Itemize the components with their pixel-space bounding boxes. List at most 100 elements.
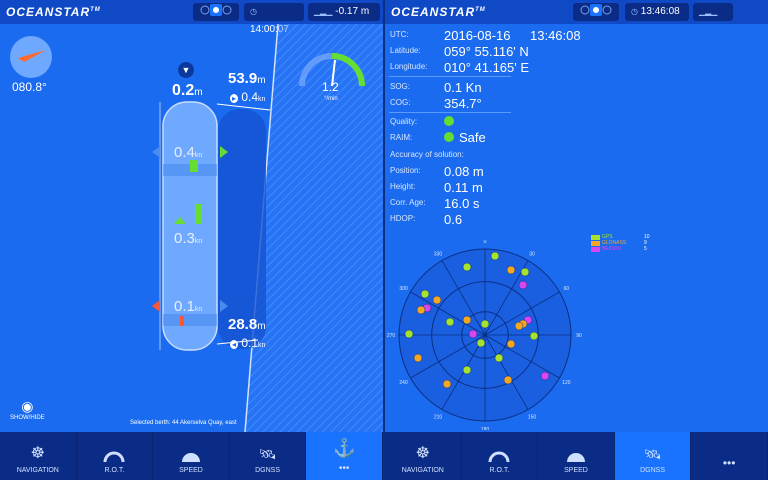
satellite-marker — [462, 262, 472, 272]
day-night-icon — [580, 4, 612, 16]
legend-name: BEIDOU — [602, 246, 622, 252]
separator — [389, 112, 511, 113]
stern-right-distance: 28.8m — [228, 316, 266, 333]
heading-compass — [10, 36, 52, 78]
hdop-value: 0.6 — [444, 212, 463, 227]
skyplot-label: 300 — [399, 286, 408, 292]
day-night-icon — [200, 4, 232, 16]
nav-bar-left: ☸ NAVIGATION R.O.T. SPEED 🛰 DGNSS ⚓ ••• — [0, 432, 383, 480]
raim-value: Safe — [459, 130, 486, 145]
hdop-label: HDOP: — [390, 214, 416, 223]
satellite-icon: 🛰 — [643, 446, 662, 462]
satellite-marker — [404, 329, 414, 339]
cog-value: 354.7° — [444, 96, 482, 111]
heading-value: 080.8° — [12, 80, 47, 94]
tide-display: ▁▂▁ -0.17 m — [308, 3, 380, 21]
speedometer-icon — [566, 453, 585, 462]
satellite-marker — [468, 329, 478, 339]
legend-swatch — [591, 240, 600, 246]
bow-distance: 0.2m — [172, 82, 203, 99]
mid-speed: 0.3kn — [174, 230, 203, 247]
sog-value: 0.1 Kn — [444, 80, 482, 95]
satellite-marker — [490, 251, 500, 261]
satellite-marker — [529, 331, 539, 341]
sog-label: SOG: — [390, 82, 411, 91]
legend-item: BEIDOU 5 — [591, 246, 650, 252]
separator — [389, 76, 511, 77]
more-dots-icon: ••• — [722, 456, 736, 470]
nav-more-button[interactable]: ••• — [691, 432, 768, 480]
satellite-marker — [506, 265, 516, 275]
satellite-marker — [518, 280, 528, 290]
heading-arrow-icon — [18, 50, 46, 62]
skyplot-label: 210 — [434, 414, 443, 420]
height-label: Height: — [390, 182, 416, 191]
latitude-value: 059° 55.116' N — [444, 44, 529, 59]
nav-navigation-button[interactable]: ☸ NAVIGATION — [385, 432, 462, 480]
satellite-marker — [413, 353, 423, 363]
nav-rot-button[interactable]: R.O.T. — [462, 432, 539, 480]
satellite-marker — [432, 295, 442, 305]
nav-dgnss-button[interactable]: 🛰 DGNSS — [614, 432, 692, 480]
more-dots-icon: ••• — [338, 463, 350, 474]
brand-logo: OCEANSTARTM — [6, 5, 101, 19]
corr-age-label: Corr. Age: — [390, 198, 426, 207]
satellite-marker — [462, 315, 472, 325]
speedometer-icon — [181, 453, 200, 462]
bow-right-speed: ▸ 0.4kn — [230, 90, 266, 104]
helm-icon: ☸ — [30, 445, 45, 462]
nav-speed-button[interactable]: SPEED — [538, 432, 615, 480]
top-bar: OCEANSTARTM ◷ 14:00:07 ▁▂▁ -0.17 m — [0, 0, 383, 35]
nav-rot-button[interactable]: R.O.T. — [77, 432, 154, 480]
show-hide-button[interactable]: ◉ SHOW/HIDE — [10, 398, 45, 421]
rot-icon — [488, 451, 510, 463]
tide-icon: ▁▂▁ — [314, 7, 333, 16]
height-value: 0.11 m — [444, 180, 483, 195]
skyplot-label: 270 — [387, 333, 396, 339]
bow-arrow-icon: ▼ — [178, 62, 194, 78]
raim-indicator — [444, 132, 454, 142]
anchor-icon: ⚓ — [332, 438, 356, 458]
skyplot-label: 0 — [484, 240, 487, 245]
satellite-marker — [416, 305, 426, 315]
legend-count: 5 — [644, 246, 647, 252]
skyplot-label: 330 — [434, 252, 443, 258]
satellite-marker — [494, 353, 504, 363]
dgnss-pane: OCEANSTARTM ◷ 13:46:08 ▁▂▁ UTC: 2016-08-… — [385, 0, 768, 480]
utc-time: 13:46:08 — [530, 28, 581, 43]
nav-speed-button[interactable]: SPEED — [153, 432, 230, 480]
nav-docking-button[interactable]: ⚓ ••• — [306, 432, 383, 480]
speed-arrow-icon: ▸ — [230, 94, 239, 103]
brand-logo: OCEANSTARTM — [391, 5, 486, 19]
clock-icon: ◷ — [631, 7, 638, 16]
longitude-value: 010° 41.165' E — [444, 60, 530, 75]
brightness-toggle[interactable] — [193, 3, 239, 21]
skyplot-label: 120 — [562, 380, 571, 386]
accuracy-label: Accuracy of solution: — [390, 150, 464, 159]
selected-berth: Selected berth: 44 Akerselva Quay, east — [130, 420, 237, 426]
rot-unit: °/min — [324, 96, 338, 102]
nav-navigation-button[interactable]: ☸ NAVIGATION — [0, 432, 77, 480]
docking-pane: OCEANSTARTM ◷ 14:00:07 ▁▂▁ -0.17 m 080.8… — [0, 0, 383, 480]
tide-display: ▁▂▁ — [693, 3, 733, 21]
utc-date: 2016-08-16 — [444, 28, 511, 43]
nav-dgnss-button[interactable]: 🛰 DGNSS — [230, 432, 307, 480]
skyplot-label: 60 — [564, 286, 570, 292]
skyplot-label: 180 — [481, 427, 490, 430]
satellite-marker — [506, 339, 516, 349]
tide-icon: ▁▂▁ — [699, 7, 718, 16]
skyplot-label: 30 — [529, 252, 535, 258]
nav-bar-right: ☸ NAVIGATION R.O.T. SPEED 🛰 DGNSS ••• — [385, 432, 768, 480]
skyplot-label: 150 — [528, 414, 537, 420]
rot-icon — [103, 451, 125, 463]
aft-speed: 0.1kn — [174, 298, 203, 315]
satellite-marker — [520, 267, 530, 277]
utc-label: UTC: — [390, 30, 409, 39]
satellite-marker — [540, 371, 550, 381]
satellite-marker — [442, 379, 452, 389]
stern-right-speed: ◂ 0.1kn — [230, 336, 266, 350]
satellite-skyplot: 0 30 60 90 120 150 180 210 240 270 300 330 — [387, 240, 582, 430]
satellite-marker — [514, 321, 524, 331]
helm-icon: ☸ — [415, 445, 430, 462]
brightness-toggle[interactable] — [573, 3, 619, 21]
